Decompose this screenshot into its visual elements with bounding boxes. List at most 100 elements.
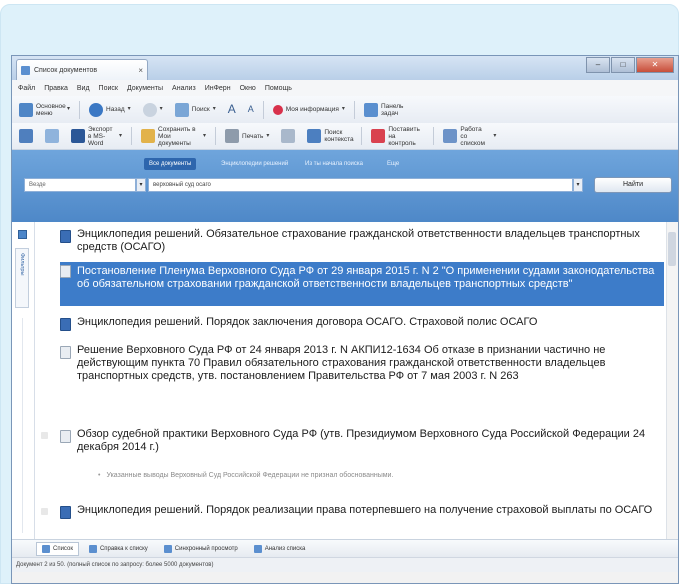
tab-sync-view[interactable]: Синхронный просмотр [158,542,244,556]
list-item[interactable]: Энциклопедия решений. Порядок реализации… [41,504,664,534]
result-title: Постановление Пленума Верховного Суда РФ… [77,265,655,290]
search-input[interactable]: верховный суд осаго [148,178,573,192]
export-word-label: Экспорт в MS-Word [88,125,113,147]
menu-help[interactable]: Помощь [265,85,292,92]
print-label: Печать [242,132,264,140]
export-word-button[interactable]: Экспорт в MS-Word ▾ [68,124,125,149]
forward-arrow-icon [142,102,157,117]
tab-close-icon[interactable]: × [138,66,143,75]
task-panel-label: Панель задач [380,102,404,117]
task-panel-icon [363,102,378,117]
save-to-my-docs-button[interactable]: Сохранить в Мои документы ▾ [138,124,209,149]
document-icon [60,430,71,443]
context-search-label: Поиск контекста [324,129,354,143]
tab-list-reference[interactable]: Справка к списку [83,542,154,556]
font-decrease-button[interactable]: A [245,104,257,115]
search-label: Поиск [191,106,210,113]
search-icon [174,102,189,117]
list-item[interactable]: Решение Верховного Суда РФ от 24 января … [60,344,664,400]
search-tab-encyclopedia[interactable]: Энциклопедии решений [216,158,293,170]
maximize-icon[interactable]: □ [611,57,635,73]
task-panel-button[interactable]: Панель задач [361,101,410,119]
menu-edit[interactable]: Правка [44,85,68,92]
chevron-down-icon: ▾ [341,106,345,112]
document-icon [19,129,33,143]
document-icon [60,346,71,359]
menu-view[interactable]: Вид [77,85,90,92]
save-to-my-docs-label: Сохранить в Мои документы [158,125,196,147]
document-icon [60,265,71,278]
left-strip: Фильтры [12,222,35,539]
document-button[interactable] [16,127,36,145]
scrollbar-thumb[interactable] [668,232,676,266]
context-search-button[interactable]: Поиск контекста [304,127,355,145]
chevron-down-icon: ▾ [159,106,163,112]
menu-documents[interactable]: Документы [127,85,163,92]
search-scope-select[interactable]: Везде [24,178,136,192]
query-dropdown-icon[interactable]: ▾ [573,178,583,192]
tab-title: Список документов [34,66,98,74]
result-title: Энциклопедия решений. Порядок заключения… [77,316,538,328]
forward-button[interactable]: ▾ [140,101,166,119]
minimize-icon[interactable]: – [586,57,610,73]
search-button[interactable]: Поиск ▾ [172,101,219,119]
result-title: Энциклопедия решений. Порядок реализации… [77,504,653,516]
menu-search[interactable]: Поиск [99,85,118,92]
menu-file[interactable]: Файл [18,85,35,92]
search-tab-from-start[interactable]: Из ты начала поиска [300,158,368,170]
list-item[interactable]: Энциклопедия решений. Обязательное страх… [60,228,664,258]
back-button[interactable]: Назад ▾ [86,101,134,119]
printer-icon [225,129,240,143]
work-with-lists-button[interactable]: Работа со списком ▾ [440,124,499,149]
binoculars-icon [307,129,322,143]
copy-button[interactable] [278,127,298,145]
back-arrow-icon [89,102,104,117]
chevron-down-icon: ▾ [67,106,71,112]
toolbar-divider [131,127,133,145]
toolbar-divider [353,100,355,119]
tab-list[interactable]: Список [36,541,79,556]
main-toolbar: Основное меню ▾ Назад ▾ ▾ Поиск ▾ A A Мо… [12,96,678,123]
menu-infern[interactable]: ИнФерн [205,85,231,92]
chevron-down-icon: ▾ [127,106,131,112]
collapse-icon[interactable] [18,230,27,239]
toolbar-divider [215,127,217,145]
set-control-button[interactable]: Поставить на контроль [368,124,427,149]
main-menu-label: Основное меню [36,102,66,117]
document-list-tab[interactable]: Список документов × [16,59,148,80]
filters-side-tab[interactable]: Фильтры [15,248,29,308]
chevron-down-icon: ▾ [493,132,497,139]
vertical-scrollbar[interactable] [666,222,678,539]
chevron-down-icon: ▾ [203,132,207,139]
menu-analysis[interactable]: Анализ [172,85,196,92]
font-increase-button[interactable]: A [225,103,239,115]
print-button[interactable]: Печать ▾ [222,127,272,145]
find-button[interactable]: Найти [594,177,672,193]
search-tab-more[interactable]: Еще [382,158,404,170]
list-item-selected[interactable]: Постановление Пленума Верховного Суда РФ… [60,262,664,306]
tab-list-analysis[interactable]: Анализ списка [248,542,312,556]
chevron-down-icon: ▾ [119,132,123,139]
toolbar-divider [433,127,435,145]
list-item[interactable]: Энциклопедия решений. Порядок заключения… [60,316,664,332]
title-bar: Список документов × – □ ✕ [12,56,678,80]
folder-icon [141,129,156,143]
chevron-down-icon: ▾ [266,132,270,139]
close-window-icon[interactable]: ✕ [636,57,674,73]
expand-icon[interactable] [41,508,48,515]
list-item[interactable]: Обзор судебной практики Верховного Суда … [41,428,664,458]
result-title: Решение Верховного Суда РФ от 24 января … [77,344,606,382]
toolbar-divider [262,100,264,119]
toolbar-divider [361,127,363,145]
mail-icon [45,129,59,143]
search-tab-all[interactable]: Все документы [144,158,197,170]
email-button[interactable] [42,127,62,145]
menu-window[interactable]: Окно [240,85,256,92]
encyclopedia-icon [60,318,71,331]
bottom-tab-bar: Список Справка к списку Синхронный просм… [12,539,678,557]
expand-icon[interactable] [41,432,48,439]
main-menu-button[interactable]: Основное меню ▾ [16,101,73,119]
chevron-down-icon: ▾ [212,106,216,112]
my-info-button[interactable]: Моя информация ▾ [270,103,348,117]
scope-dropdown-icon[interactable]: ▾ [136,178,146,192]
